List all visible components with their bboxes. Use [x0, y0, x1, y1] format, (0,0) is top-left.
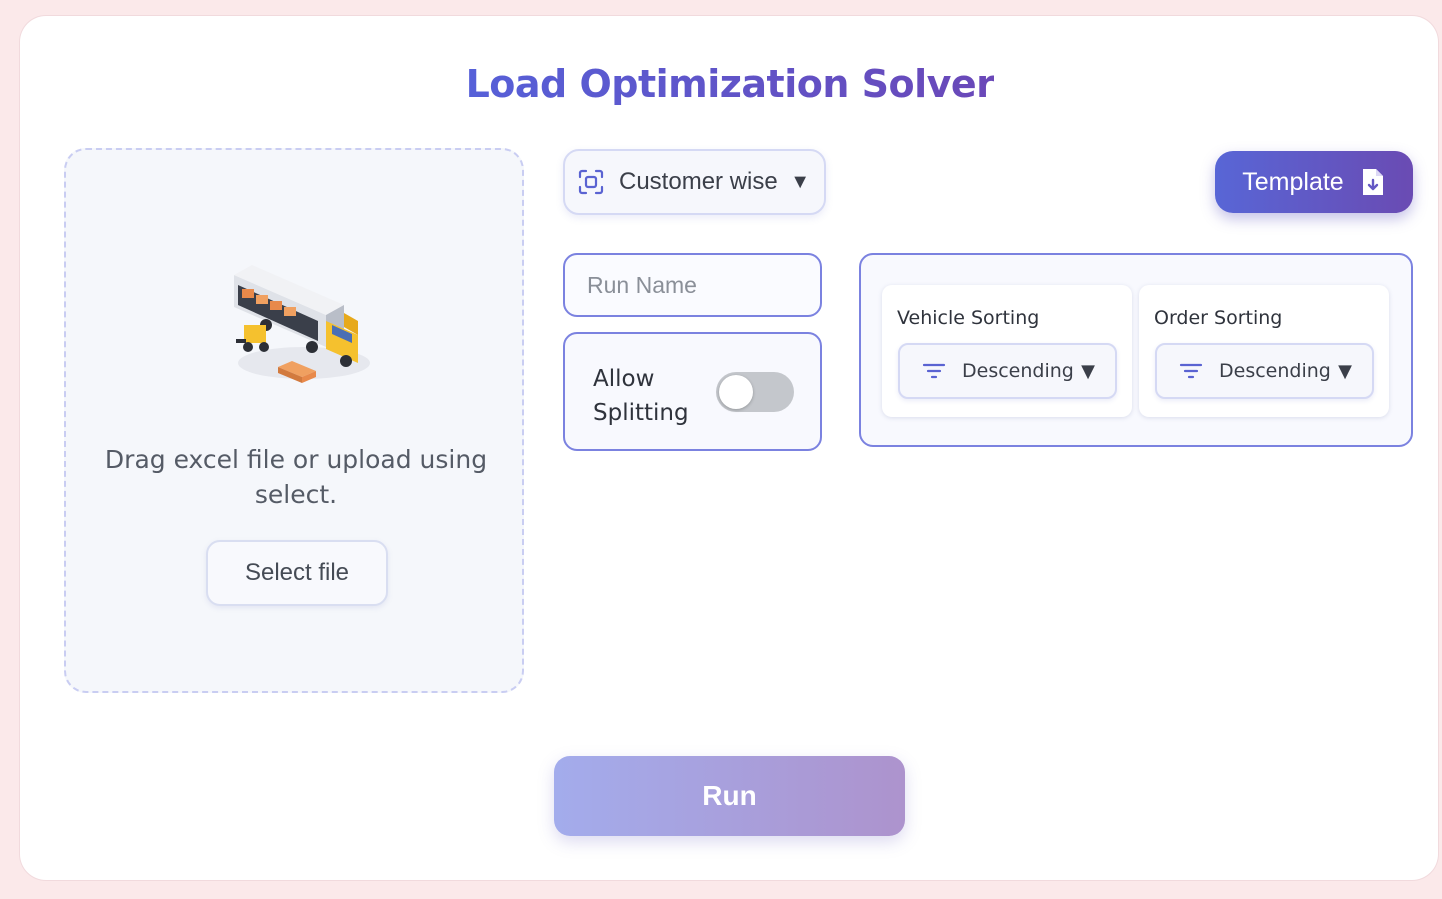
order-sorting-card: Order Sorting Descending ▼ — [1139, 285, 1389, 417]
file-download-icon — [1362, 169, 1383, 195]
sorting-panel: Vehicle Sorting Descending ▼ Order Sorti… — [859, 253, 1413, 447]
allow-splitting-label: Allow Splitting — [593, 366, 689, 426]
vehicle-sorting-title: Vehicle Sorting — [897, 307, 1040, 329]
chevron-down-icon: ▼ — [1081, 360, 1095, 382]
toggle-knob — [719, 375, 753, 409]
delivery-truck-illustration — [234, 265, 370, 383]
chevron-down-icon: ▼ — [1338, 360, 1352, 382]
upload-instructions: Drag excel file or upload using select. — [104, 445, 488, 509]
order-sorting-dropdown[interactable]: Descending ▼ — [1155, 343, 1374, 399]
order-sorting-value: Descending — [1219, 360, 1331, 382]
allow-splitting-card: Allow Splitting — [563, 332, 822, 451]
vehicle-sorting-card: Vehicle Sorting Descending ▼ — [882, 285, 1132, 417]
scan-focus-icon — [578, 169, 604, 195]
page-title-text: Load Optimization Solver — [465, 62, 995, 106]
allow-splitting-toggle[interactable] — [716, 372, 794, 412]
run-button[interactable]: Run — [554, 756, 905, 836]
vehicle-sorting-dropdown[interactable]: Descending ▼ — [898, 343, 1117, 399]
page-title: Load Optimization Solver — [0, 62, 1442, 106]
file-dropzone[interactable]: Drag excel file or upload using select. … — [64, 148, 524, 693]
mode-dropdown-value: Customer wise — [619, 168, 778, 195]
run-name-input[interactable] — [563, 253, 822, 317]
vehicle-sorting-value: Descending — [962, 360, 1074, 382]
filter-lines-icon — [1179, 363, 1203, 379]
template-download-button[interactable]: Template — [1215, 151, 1413, 213]
mode-dropdown[interactable]: Customer wise ▼ — [563, 149, 826, 215]
chevron-down-icon: ▼ — [790, 170, 810, 193]
template-button-label: Template — [1242, 167, 1344, 196]
order-sorting-title: Order Sorting — [1154, 307, 1283, 329]
filter-lines-icon — [922, 363, 946, 379]
select-file-button[interactable]: Select file — [206, 540, 388, 606]
